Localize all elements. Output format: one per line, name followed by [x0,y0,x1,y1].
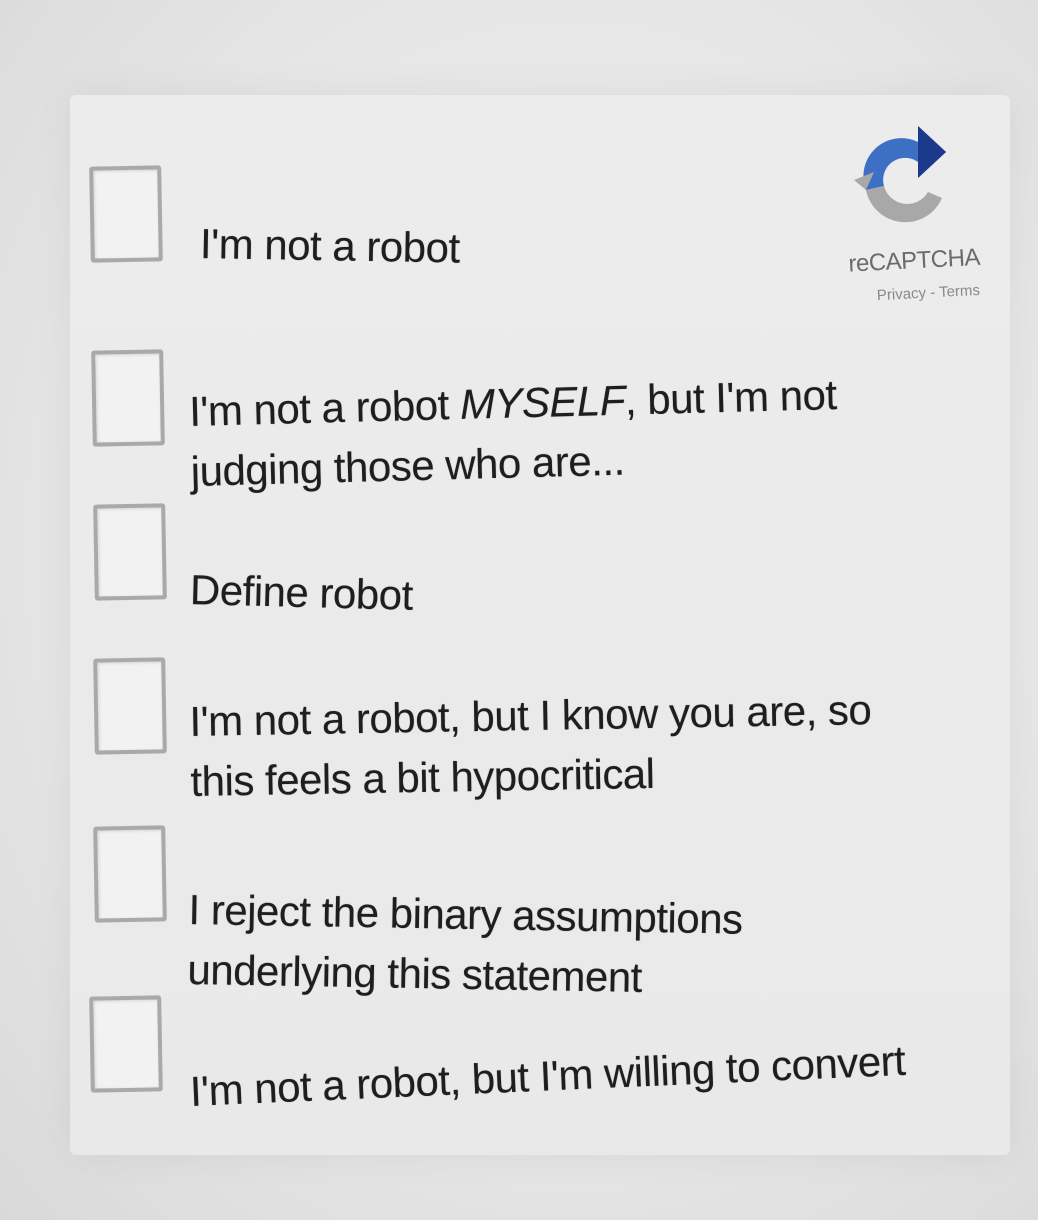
checkbox-binary[interactable] [93,825,167,923]
terms-link[interactable]: Terms [939,282,981,301]
recaptcha-badge: reCAPTCHA Privacy - Terms [800,110,990,330]
checkbox-not-robot[interactable] [89,165,163,263]
option-label-line1: I'm not a robot, but I know you are, so [189,686,872,746]
option-label-hypocritical: I'm not a robot, but I know you are, so … [189,680,873,812]
checkbox-hypocritical[interactable] [93,657,167,755]
option-label-emphasis: MYSELF [459,376,626,428]
option-label-line1-start: I'm not a robot [188,380,461,436]
option-label-line1: Define robot [189,566,414,619]
option-label-line1-end: , but I'm not [624,371,838,424]
option-label-define-robot: Define robot [189,560,413,626]
option-label-line1: I reject the binary assumptions [188,886,743,943]
option-label-not-judging: I'm not a robot MYSELF, but I'm not judg… [188,365,838,502]
checkbox-define-robot[interactable] [93,503,167,601]
recaptcha-brand-label: reCAPTCHA [847,243,981,278]
checkbox-convert[interactable] [89,995,163,1093]
option-label-line1: I'm not a robot [199,220,461,272]
option-label-binary: I reject the binary assumptions underlyi… [187,880,743,1010]
option-label-line2: underlying this statement [187,945,643,1001]
link-separator: - [925,283,940,302]
privacy-link[interactable]: Privacy [876,285,926,305]
recaptcha-links: Privacy - Terms [820,282,981,307]
option-label-line2: this feels a bit hypocritical [190,749,655,805]
recaptcha-logo-icon [854,126,946,223]
checkbox-not-judging[interactable] [91,349,165,447]
option-label-not-robot: I'm not a robot [199,214,460,279]
